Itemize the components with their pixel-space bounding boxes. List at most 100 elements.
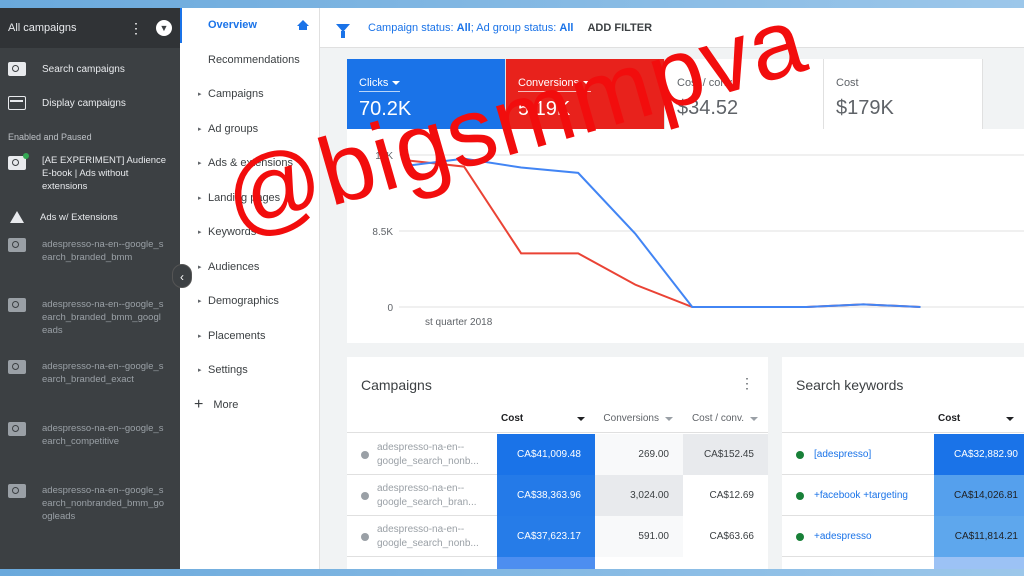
metric-card-clicks[interactable]: Clicks 70.2K — [347, 59, 506, 129]
metric-label[interactable]: Conversions — [518, 77, 592, 92]
page-nav-item-audiences[interactable]: ▸ Audiences — [180, 250, 319, 285]
window-frame-bottom — [0, 569, 1024, 576]
page-nav-item-campaigns[interactable]: ▸ Campaigns — [180, 77, 319, 112]
page-nav-label: Audiences — [208, 260, 260, 273]
performance-chart: 17K 8.5K 0 st quarter 2018 — [347, 129, 1024, 343]
page-nav-item-recommendations[interactable]: Recommendations — [180, 43, 319, 78]
metric-label[interactable]: Clicks — [359, 77, 401, 92]
keywords-card-title: Search keywords — [796, 377, 904, 393]
all-campaigns-title[interactable]: All campaigns — [8, 22, 128, 34]
conversions-cell: 269.00 — [595, 434, 683, 475]
metric-value: 5.19K — [518, 98, 571, 120]
cost-per-conv-cell: CA$63.66 — [683, 516, 768, 557]
column-header-conversions[interactable]: Conversions — [595, 405, 683, 433]
search-campaign-icon — [8, 484, 26, 498]
sidebar-campaign-label: adespresso-na-en--google_search_branded_… — [42, 361, 164, 385]
sidebar-campaign-item[interactable]: Ads w/ Extensions — [0, 202, 180, 232]
page-nav-label: Landing pages — [208, 191, 281, 204]
paused-status-icon — [361, 491, 369, 500]
sidebar-campaign-item[interactable]: adespresso-na-en--google_search_branded_… — [0, 356, 180, 418]
home-icon — [297, 20, 309, 31]
keyword-cell[interactable]: +facebook +targeting — [782, 475, 934, 516]
collapse-sidebar-button[interactable]: ‹ — [172, 264, 192, 288]
page-nav-item-ads-extensions[interactable]: ▸ Ads & extensions — [180, 146, 319, 181]
experiment-flask-icon — [10, 211, 24, 223]
active-filters[interactable]: Campaign status: All; Ad group status: A… — [368, 22, 573, 34]
page-nav-item-keywords[interactable]: ▸ Keywords — [180, 215, 319, 250]
sort-caret-icon — [665, 416, 673, 421]
sidebar-item-display-campaigns[interactable]: Display campaigns — [0, 86, 180, 120]
page-nav-label: Settings — [208, 364, 248, 377]
page-nav-item-overview[interactable]: Overview — [180, 8, 319, 43]
search-campaign-icon — [8, 360, 26, 374]
chevron-down-icon[interactable]: ▼ — [156, 20, 172, 36]
sort-caret-icon — [750, 416, 758, 421]
campaigns-table-header: Cost Conversions Cost / conv. — [347, 405, 768, 433]
keyword-cell[interactable]: [adespresso] — [782, 434, 934, 475]
campaign-tree-header[interactable]: All campaigns ⋮ ▼ — [0, 8, 180, 48]
page-nav-item-demographics[interactable]: ▸ Demographics — [180, 284, 319, 319]
sidebar-campaign-item[interactable]: adespresso-na-en--google_search_nonbrand… — [0, 480, 180, 542]
page-nav-item-settings[interactable]: ▸ Settings — [180, 353, 319, 388]
column-header-cost[interactable]: Cost — [497, 405, 595, 433]
page-nav-item-placements[interactable]: ▸ Placements — [180, 319, 319, 354]
filter-ad-group-status-label: Ad group status: — [476, 21, 557, 34]
column-header-cost[interactable]: Cost — [934, 405, 1024, 433]
page-nav-item-ad-groups[interactable]: ▸ Ad groups — [180, 112, 319, 147]
enabled-status-icon — [796, 450, 804, 459]
campaign-name-cell[interactable]: adespresso-na-en--google_search_nonb... — [347, 516, 497, 557]
expand-arrow-icon: ▸ — [198, 125, 202, 133]
page-nav-label: Overview — [208, 19, 257, 32]
sidebar-item-label: Display campaigns — [42, 97, 126, 109]
section-label: Enabled and Paused — [8, 132, 92, 142]
sidebar-campaign-item[interactable]: adespresso-na-en--google_search_branded_… — [0, 232, 180, 294]
keyword-cell[interactable]: +adespresso — [782, 516, 934, 557]
more-pages-button[interactable]: + More — [180, 388, 319, 422]
metric-card-cost-per-conv[interactable]: Cost / conv. $34.52 — [665, 59, 824, 129]
sidebar-campaign-label: adespresso-na-en--google_search_competit… — [42, 423, 164, 447]
search-campaign-icon — [8, 238, 26, 252]
campaign-name-cell[interactable]: adespresso-na-en--google_search_bran... — [347, 475, 497, 516]
table-row[interactable]: +adespresso CA$11,814.21 — [782, 516, 1024, 557]
cost-cell: CA$14,026.81 — [934, 475, 1024, 516]
table-row[interactable]: adespresso-na-en--google_search_bran... C… — [347, 475, 768, 516]
sidebar-campaign-label: Ads w/ Extensions — [40, 211, 118, 223]
table-row[interactable]: adespresso-na-en--google_search_nonb... C… — [347, 516, 768, 557]
status-dot-icon — [23, 153, 29, 159]
metric-card-cost[interactable]: Cost $179K — [824, 59, 983, 129]
campaign-tree-sidebar: All campaigns ⋮ ▼ Search campaigns Displ… — [0, 8, 180, 569]
table-row[interactable]: adespresso-na-en--google_search_nonb... C… — [347, 434, 768, 475]
more-vert-icon[interactable]: ⋮ — [740, 375, 754, 392]
column-header-cost-per-conv[interactable]: Cost / conv. — [683, 405, 768, 433]
enabled-status-icon — [796, 532, 804, 541]
paused-status-icon — [361, 450, 369, 459]
sort-caret-icon — [577, 416, 585, 421]
sidebar-campaign-label: [AE EXPERIMENT] Audience E-book | Ads wi… — [42, 155, 167, 192]
filter-icon[interactable] — [336, 23, 350, 38]
table-row[interactable]: +facebook +targeting CA$14,026.81 — [782, 475, 1024, 516]
sidebar-campaign-label: adespresso-na-en--google_search_branded_… — [42, 239, 164, 263]
add-filter-button[interactable]: ADD FILTER — [587, 22, 652, 34]
sidebar-campaign-item[interactable]: adespresso-na-en--google_search_branded_… — [0, 294, 180, 356]
page-nav-item-landing-pages[interactable]: ▸ Landing pages — [180, 181, 319, 216]
cost-cell: CA$32,882.90 — [934, 434, 1024, 475]
cost-per-conv-cell: CA$152.45 — [683, 434, 768, 475]
sidebar-campaign-item[interactable]: adespresso-na-en--google_search_competit… — [0, 418, 180, 480]
sidebar-item-label: Search campaigns — [42, 63, 125, 75]
campaign-name-cell[interactable]: adespresso-na-en--google_search_nonb... — [347, 434, 497, 475]
page-nav-label: Ad groups — [208, 122, 259, 135]
page-nav-label: Recommendations — [208, 53, 300, 66]
cost-per-conv-cell: CA$12.69 — [683, 475, 768, 516]
filter-campaign-status-value: All — [456, 21, 471, 34]
metric-label: Cost / conv. — [677, 77, 735, 89]
metric-scorecards: Clicks 70.2K Conversions 5.19K Cost / co… — [347, 59, 983, 129]
metric-card-conversions[interactable]: Conversions 5.19K — [506, 59, 665, 129]
sort-caret-icon — [1006, 416, 1014, 421]
y-tick-label: 17K — [375, 151, 393, 162]
more-vert-icon[interactable]: ⋮ — [128, 20, 144, 37]
sidebar-campaign-label: adespresso-na-en--google_search_nonbrand… — [42, 485, 165, 522]
sidebar-campaign-item[interactable]: [AE EXPERIMENT] Audience E-book | Ads wi… — [0, 148, 180, 202]
campaigns-card-title: Campaigns — [361, 377, 432, 393]
sidebar-item-search-campaigns[interactable]: Search campaigns — [0, 52, 180, 86]
table-row[interactable]: [adespresso] CA$32,882.90 — [782, 434, 1024, 475]
